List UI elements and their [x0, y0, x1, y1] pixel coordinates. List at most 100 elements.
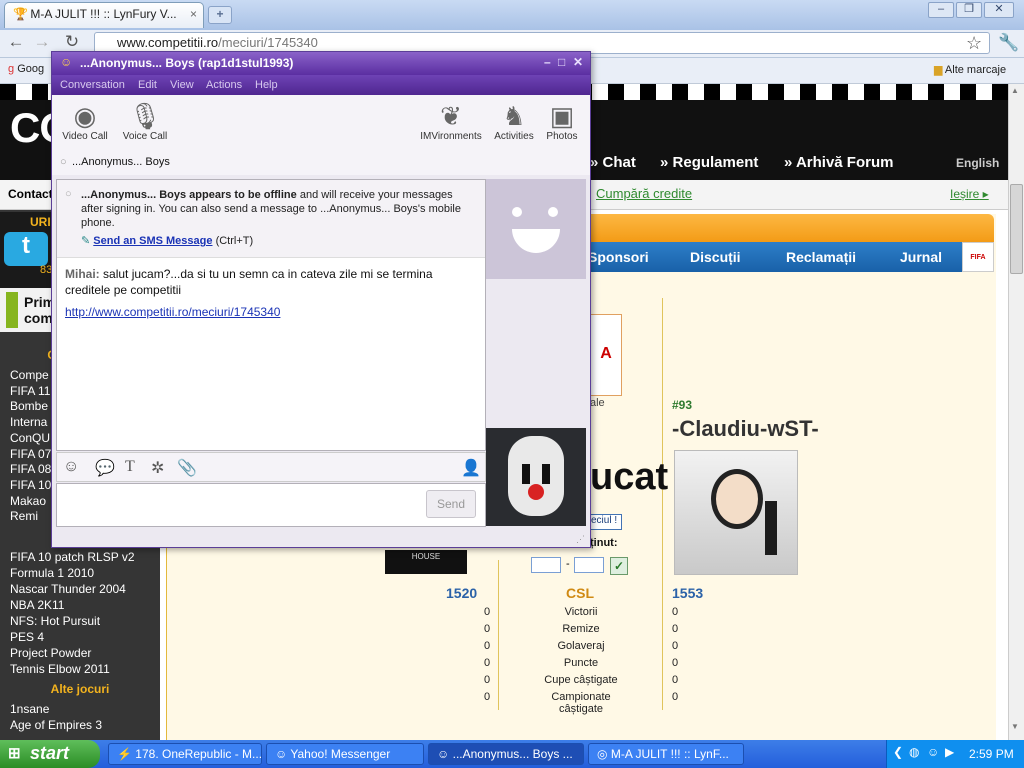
imvironments-button[interactable]: ❦ IMVironments [416, 101, 486, 142]
plugin-icon[interactable]: ✲ [151, 458, 164, 478]
other-bookmarks[interactable]: ▆ Alte marcaje [934, 63, 1006, 76]
player-avatar[interactable] [674, 450, 798, 575]
messenger-window[interactable]: ☺ ...Anonymus... Boys (rap1d1stul1993) –… [51, 51, 591, 548]
tab-jurnal[interactable]: Jurnal [900, 249, 942, 265]
game-item[interactable]: Makao [10, 494, 46, 508]
minimize-button[interactable]: – [928, 2, 954, 18]
game-item[interactable]: Bombe [10, 399, 48, 413]
star-icon[interactable]: ☆ [966, 33, 982, 54]
text-format-icon[interactable]: T [125, 458, 135, 476]
recipient-name[interactable]: ...Anonymus... Boys [72, 156, 170, 168]
buy-credits-link[interactable]: Cumpără credite [596, 186, 692, 201]
logout-link[interactable]: Ieșire ▸ [950, 187, 989, 201]
browser-tab[interactable]: 🏆 M-A JULIT !!! :: LynFury V... × [4, 2, 204, 28]
conversation-pane[interactable]: ○ ...Anonymus... Boys appears to be offl… [56, 179, 486, 451]
scroll-thumb[interactable] [1010, 184, 1023, 274]
messenger-maximize-icon[interactable]: □ [558, 55, 565, 69]
scroll-down-icon[interactable]: ▼ [1011, 722, 1022, 734]
nav-arhiva-forum[interactable]: » Arhivă Forum [784, 154, 893, 171]
radio-figure [765, 501, 777, 555]
page-scrollbar[interactable]: ▲ ▼ [1008, 84, 1024, 740]
game-item[interactable]: ConQU [10, 431, 50, 445]
game-item[interactable]: Nascar Thunder 2004 [10, 582, 126, 596]
tab-sponsori[interactable]: Sponsori [588, 249, 649, 265]
sms-icon: ✎ [81, 235, 91, 247]
new-tab-button[interactable]: + [208, 6, 232, 24]
video-call-button[interactable]: ◉ Video Call [55, 101, 115, 142]
game-item[interactable]: FIFA 08 [10, 462, 51, 476]
scroll-up-icon[interactable]: ▲ [1011, 86, 1022, 98]
maximize-button[interactable]: ❐ [956, 2, 982, 18]
forward-icon[interactable]: → [32, 33, 52, 51]
game-item[interactable]: Interna [10, 415, 47, 429]
voice-call-button[interactable]: 🎙 Voice Call [115, 101, 175, 142]
sms-link[interactable]: Send an SMS Message [93, 235, 212, 247]
game-item[interactable]: Compe [10, 368, 49, 382]
game-item[interactable]: NBA 2K11 [10, 598, 64, 612]
game-item[interactable]: NFS: Hot Pursuit [10, 614, 100, 628]
game-item[interactable]: FIFA 10 [10, 478, 51, 492]
tray-arrow-icon[interactable]: ❮ [893, 745, 903, 759]
status-radio-icon[interactable]: ○ [60, 156, 67, 168]
nav-regulament[interactable]: » Regulament [660, 154, 758, 171]
game-tag: CSL [566, 585, 594, 601]
task-conversation[interactable]: ☺ ...Anonymus... Boys ... [428, 743, 584, 765]
sms-shortcut: (Ctrl+T) [215, 235, 254, 247]
messenger-minimize-icon[interactable]: – [544, 55, 551, 69]
messenger-close-icon[interactable]: ✕ [573, 55, 583, 69]
audible-icon[interactable]: 💬 [95, 458, 115, 478]
game-item[interactable]: Formula 1 2010 [10, 566, 94, 580]
player-name[interactable]: -Claudiu-wST- [672, 416, 819, 442]
chrome-icon: ◎ [597, 747, 608, 761]
reload-icon[interactable]: ↻ [62, 33, 82, 51]
contact-link[interactable]: Contact [8, 187, 53, 201]
nav-chat[interactable]: » Chat [590, 154, 636, 171]
menu-help[interactable]: Help [255, 79, 278, 91]
game-item[interactable]: PES 4 [10, 630, 44, 644]
game-item[interactable]: 1nsane [10, 702, 49, 716]
game-item[interactable]: Age of Empires 3 [10, 718, 102, 732]
task-chrome[interactable]: ◎ M-A JULIT !!! :: LynF... [588, 743, 744, 765]
menu-conversation[interactable]: Conversation [60, 79, 125, 91]
game-item[interactable]: FIFA 11 [10, 384, 50, 398]
tray-media-icon[interactable]: ▶ [945, 745, 954, 759]
close-window-button[interactable]: ✕ [984, 2, 1014, 18]
tab-reclamatii[interactable]: Reclamații [786, 249, 856, 265]
resize-grip-icon[interactable]: ⋰ [576, 534, 585, 545]
tray-app-icon[interactable]: ◍ [909, 745, 919, 759]
message-input[interactable] [56, 483, 486, 527]
menu-actions[interactable]: Actions [206, 79, 242, 91]
clown-nose [528, 484, 544, 500]
emoticon-icon[interactable]: ☺ [63, 458, 79, 476]
attachment-icon[interactable]: 📎 [177, 458, 197, 478]
tab-discutii[interactable]: Discuții [690, 249, 741, 265]
menu-edit[interactable]: Edit [138, 79, 157, 91]
language-link[interactable]: English [956, 156, 999, 170]
message-link[interactable]: http://www.competitii.ro/meciuri/1745340 [65, 304, 280, 320]
score-right-input[interactable] [574, 557, 604, 573]
messenger-titlebar[interactable]: ☺ ...Anonymus... Boys (rap1d1stul1993) –… [52, 52, 590, 75]
submit-score-icon[interactable]: ✓ [610, 557, 628, 575]
send-button[interactable]: Send [426, 490, 476, 518]
wrench-icon[interactable]: 🔧 [998, 33, 1019, 53]
start-button[interactable]: ⊞ start [0, 740, 100, 768]
close-tab-icon[interactable]: × [190, 7, 197, 21]
task-winamp[interactable]: ⚡ 178. OneRepublic - M... [108, 743, 262, 765]
confirm-match-button[interactable]: eciul ! [590, 514, 622, 530]
tray-yahoo-icon[interactable]: ☺ [927, 745, 939, 759]
contact-details-icon[interactable]: 👤 [461, 458, 481, 478]
photos-button[interactable]: ▣ Photos [532, 101, 592, 142]
score-left-input[interactable] [531, 557, 561, 573]
game-item[interactable]: Remi [10, 509, 38, 523]
game-item[interactable]: FIFA 10 patch RLSP v2 [10, 550, 135, 564]
task-yahoo-messenger[interactable]: ☺ Yahoo! Messenger [266, 743, 424, 765]
bookmark-google[interactable]: g Goog [8, 63, 44, 75]
back-icon[interactable]: ← [6, 33, 26, 51]
left-score: 1520 [446, 585, 478, 601]
menu-view[interactable]: View [170, 79, 194, 91]
twitter-icon[interactable]: t [4, 232, 48, 266]
game-item[interactable]: Project Powder [10, 646, 91, 660]
game-item[interactable]: FIFA 07 [10, 447, 51, 461]
score-label: ținut: [590, 537, 618, 549]
game-item[interactable]: Tennis Elbow 2011 [10, 662, 110, 676]
